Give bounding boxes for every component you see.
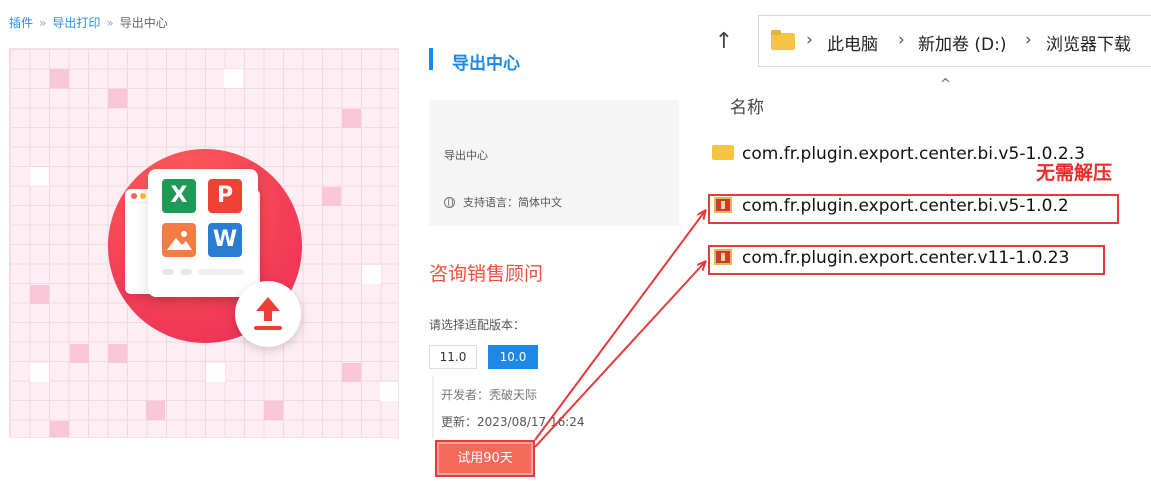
window-dot [131,193,137,199]
highlight-box-bi [708,194,1119,224]
sort-ascending-icon: ^ [940,77,951,92]
word-icon: W [208,223,242,257]
breadcrumb-current: 导出中心 [119,16,168,30]
pattern-square [146,401,165,420]
pattern-square [70,344,89,363]
chevron-right-icon: › [1025,30,1032,50]
breadcrumb-separator: » [106,16,114,30]
version-option-10[interactable]: 10.0 [488,345,538,369]
version-option-11[interactable]: 11.0 [429,345,477,369]
pattern-square [50,69,69,88]
pattern-square [30,167,49,186]
chevron-right-icon: › [806,30,813,50]
file-explorer-window [683,0,1151,482]
upload-icon [235,281,301,347]
pattern-square [342,363,361,382]
powerpoint-icon: P [208,179,242,213]
annotation-no-unzip: 无需解压 [1036,162,1113,184]
address-segment-this-pc[interactable]: 此电脑 [827,30,878,55]
excel-icon: X [162,179,196,213]
up-arrow-icon[interactable]: ↑ [710,30,738,56]
plugin-cover-image: X P W [9,48,399,438]
trial-button[interactable]: 试用90天 [435,440,535,477]
pattern-square [322,187,341,206]
pattern-square [108,344,127,363]
consult-sales-link[interactable]: 咨询销售顾问 [429,259,543,286]
title-accent-bar [429,48,433,70]
update-time: 更新：2023/08/17 16:24 [441,415,585,429]
placeholder-line [162,269,174,275]
breadcrumb-plugins-link[interactable]: 插件 [9,16,33,30]
image-icon [162,223,196,257]
breadcrumb: 插件 » 导出打印 » 导出中心 [9,14,168,31]
breadcrumb-separator: » [39,16,47,30]
chevron-right-icon: › [898,30,905,50]
plugin-description: 导出中心 [444,149,488,162]
globe-icon [444,197,455,208]
file-row-folder[interactable]: com.fr.plugin.export.center.bi.v5-1.0.2.… [712,144,1085,164]
pattern-square [30,363,49,382]
address-segment-downloads[interactable]: 浏览器下载 [1046,30,1131,55]
supported-language-text: 支持语言：简体中文 [463,196,562,209]
meta-divider [432,376,434,438]
pattern-square [206,363,225,382]
address-segment-drive-d[interactable]: 新加卷 (D:) [918,30,1007,55]
highlight-box-v11 [708,245,1105,275]
file-name: com.fr.plugin.export.center.bi.v5-1.0.2.… [742,144,1085,164]
arrow-to-bi-file [534,211,705,441]
pattern-square [264,401,283,420]
placeholder-line [180,269,192,275]
page-title: 导出中心 [452,54,520,74]
version-label: 请选择适配版本： [429,318,526,332]
file-types-card: X P W [148,169,258,297]
placeholder-line [198,269,244,275]
window-dot [140,193,146,199]
folder-icon [712,145,734,160]
screenshot-canvas: 插件 » 导出打印 » 导出中心 X P W 导出中心 导出中心 支持语言：简体中文… [0,0,1151,482]
breadcrumb-export-print-link[interactable]: 导出打印 [52,16,100,30]
developer-info: 开发者：秃破天际 [441,388,538,402]
pattern-square [362,265,381,284]
pattern-square [108,89,127,108]
pattern-square [224,69,243,88]
pattern-square [30,285,49,304]
pattern-square [380,382,398,401]
pattern-square [342,109,361,128]
column-header-name[interactable]: 名称 [730,93,764,118]
supported-language: 支持语言：简体中文 [444,194,562,210]
pattern-square [50,421,69,437]
folder-icon [771,30,795,50]
